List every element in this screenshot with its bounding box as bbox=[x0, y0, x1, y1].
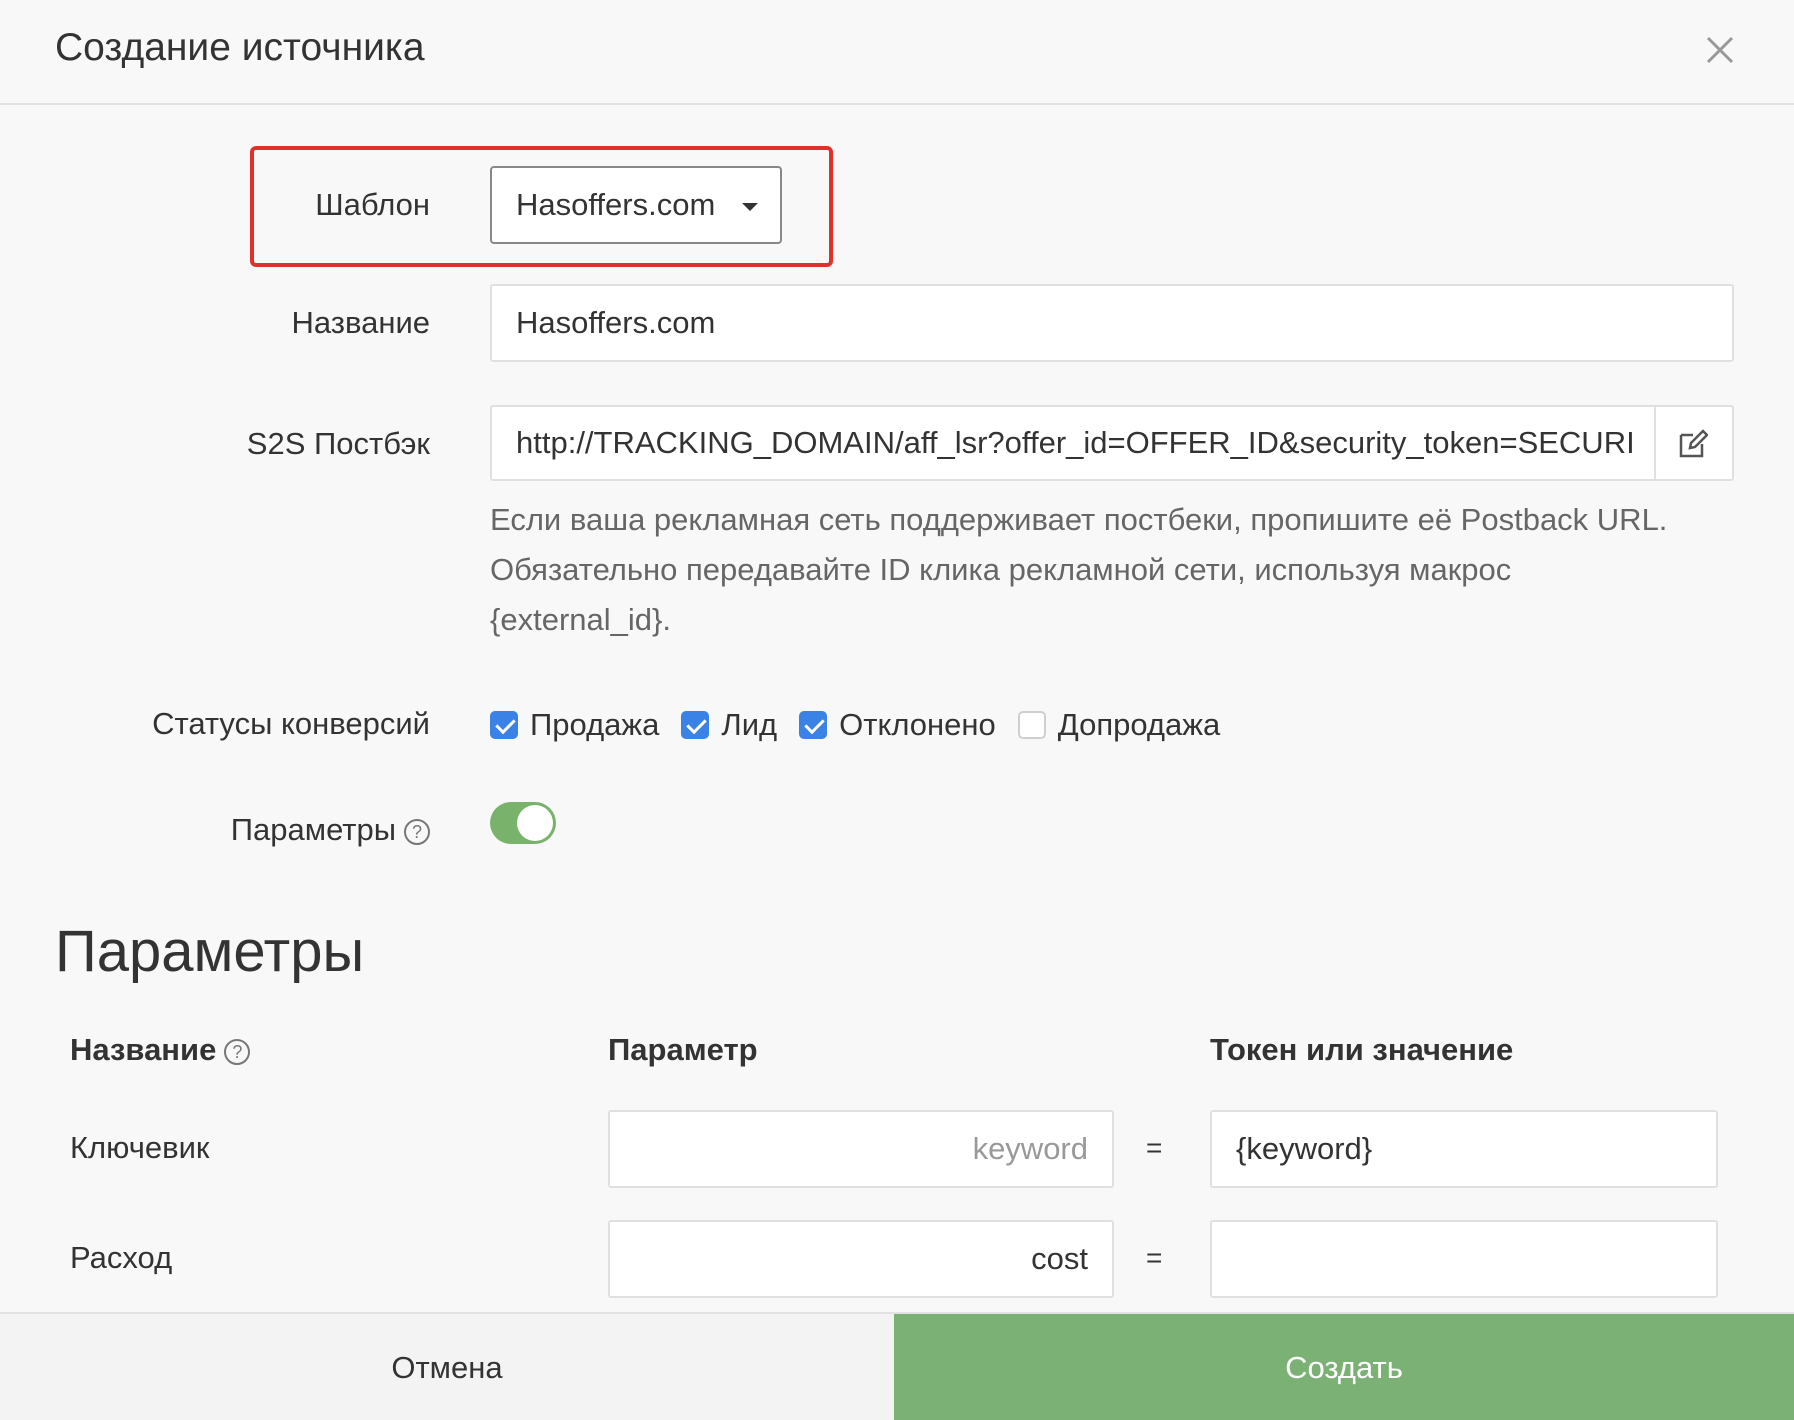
close-icon bbox=[1706, 36, 1734, 64]
status-checkbox-group: Продажа Лид Отклонено Допродажа bbox=[490, 700, 1242, 750]
checkbox-unchecked-icon[interactable] bbox=[1017, 711, 1046, 739]
column-header-token: Токен или значение bbox=[1210, 1032, 1514, 1067]
column-header-name-text: Название bbox=[70, 1032, 217, 1067]
checkbox-lead[interactable]: Лид bbox=[681, 707, 777, 743]
checkbox-label: Лид bbox=[721, 707, 778, 742]
template-select[interactable]: Hasoffers.com bbox=[490, 166, 782, 244]
dialog-footer: Отмена Создать bbox=[0, 1312, 1794, 1420]
postback-input[interactable]: http://TRACKING_DOMAIN/aff_lsr?offer_id=… bbox=[516, 407, 1656, 479]
template-label: Шаблон bbox=[315, 187, 430, 222]
edit-icon bbox=[1679, 429, 1708, 458]
toggle-knob bbox=[517, 805, 553, 841]
postback-edit-button[interactable] bbox=[1654, 407, 1732, 479]
checkbox-rejected[interactable]: Отклонено bbox=[799, 707, 996, 743]
name-input[interactable]: Hasoffers.com bbox=[490, 284, 1734, 362]
question-icon[interactable]: ? bbox=[404, 818, 430, 845]
postback-input-group: http://TRACKING_DOMAIN/aff_lsr?offer_id=… bbox=[490, 405, 1734, 481]
equals-sign: = bbox=[1146, 1132, 1163, 1163]
cancel-button[interactable]: Отмена bbox=[0, 1314, 894, 1420]
template-select-value: Hasoffers.com bbox=[516, 187, 716, 222]
params-toggle-label: Параметры bbox=[230, 812, 396, 847]
question-icon[interactable]: ? bbox=[224, 1038, 251, 1065]
param-row-name: Расход bbox=[70, 1240, 173, 1275]
help-line: Обязательно передавайте ID клика рекламн… bbox=[490, 552, 1512, 587]
dialog-title: Создание источника bbox=[55, 26, 425, 69]
checkbox-label: Продажа bbox=[530, 707, 660, 742]
checkbox-sale[interactable]: Продажа bbox=[490, 707, 659, 743]
create-button[interactable]: Создать bbox=[894, 1314, 1794, 1420]
checkbox-checked-icon[interactable] bbox=[681, 711, 710, 739]
param-input-cost[interactable]: cost bbox=[608, 1220, 1114, 1298]
help-line: Если ваша рекламная сеть поддерживает по… bbox=[490, 502, 1668, 537]
caret-down-icon bbox=[742, 203, 758, 211]
checkbox-label: Допродажа bbox=[1057, 707, 1221, 742]
help-line: {external_id}. bbox=[490, 602, 671, 637]
column-header-name: Название? bbox=[70, 1032, 251, 1068]
param-row-name: Ключевик bbox=[70, 1130, 210, 1165]
dialog-header: Создание источника bbox=[0, 0, 1794, 105]
name-label: Название bbox=[291, 305, 430, 340]
params-toggle-switch[interactable] bbox=[490, 802, 556, 844]
token-input-cost[interactable] bbox=[1210, 1220, 1718, 1298]
postback-help-text: Если ваша рекламная сеть поддерживает по… bbox=[490, 495, 1740, 645]
params-section-title: Параметры bbox=[55, 919, 365, 984]
column-header-param: Параметр bbox=[608, 1032, 758, 1067]
token-input-keyword[interactable]: {keyword} bbox=[1210, 1110, 1718, 1188]
equals-sign: = bbox=[1146, 1242, 1163, 1273]
checkbox-checked-icon[interactable] bbox=[490, 711, 518, 739]
checkbox-checked-icon[interactable] bbox=[799, 711, 828, 739]
postback-label: S2S Постбэк bbox=[246, 426, 430, 461]
statuses-label: Статусы конверсий bbox=[152, 706, 430, 741]
checkbox-upsale[interactable]: Допродажа bbox=[1017, 707, 1221, 743]
params-toggle-label-row: Параметры? bbox=[30, 812, 430, 848]
param-input-keyword[interactable]: keyword bbox=[608, 1110, 1114, 1188]
close-button[interactable] bbox=[1700, 30, 1740, 70]
checkbox-label: Отклонено bbox=[839, 707, 996, 742]
